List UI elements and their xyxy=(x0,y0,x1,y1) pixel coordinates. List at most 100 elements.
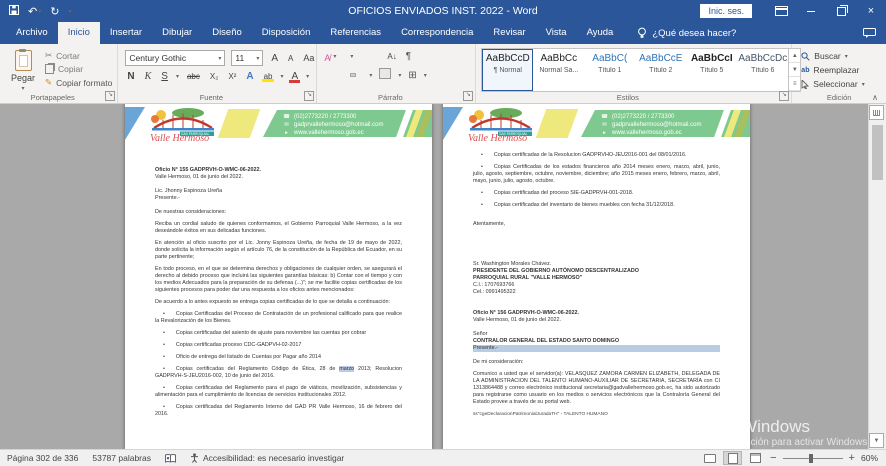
tab-archivo[interactable]: Archivo xyxy=(6,22,58,44)
shading-button[interactable] xyxy=(377,67,393,83)
ruler-toggle-button[interactable] xyxy=(869,105,884,120)
chevron-down-icon[interactable]: ▾ xyxy=(369,72,372,79)
grow-font-button[interactable]: A xyxy=(269,52,280,65)
style-titulo-2[interactable]: AaBbCcE Título 2 xyxy=(635,49,686,91)
style-titulo-1[interactable]: AaBbC( Título 1 xyxy=(584,49,635,91)
vertical-scrollbar[interactable]: ▼ xyxy=(868,103,886,450)
subscript-button[interactable]: X₂ xyxy=(208,71,220,82)
scrollbar-down-button[interactable]: ▼ xyxy=(869,433,884,448)
chevron-down-icon[interactable]: ▾ xyxy=(398,72,401,79)
accessibility-status[interactable]: Accesibilidad: es necesario investigar xyxy=(183,453,351,463)
replace-button[interactable]: ab Reemplazar xyxy=(801,65,864,75)
web-layout-button[interactable] xyxy=(747,452,764,464)
sign-in-button[interactable]: Inic. ses. xyxy=(700,4,752,18)
paragraph-dialog-launcher[interactable]: ↘ xyxy=(463,91,473,101)
bold-button[interactable]: N xyxy=(125,70,136,83)
tab-diseno[interactable]: Diseño xyxy=(202,22,252,44)
chevron-down-icon[interactable]: ▾ xyxy=(306,73,309,80)
line-spacing-button[interactable] xyxy=(360,74,364,76)
right-page-body[interactable]: •Copias certificadas de la Resolucion GA… xyxy=(443,143,750,418)
tab-revisar[interactable]: Revisar xyxy=(483,22,535,44)
styles-dialog-launcher[interactable]: ↘ xyxy=(779,91,789,101)
redo-icon[interactable]: ↻ xyxy=(50,5,59,18)
qat-customize-icon[interactable]: ▾ xyxy=(68,8,71,15)
multilevel-list-button[interactable] xyxy=(358,56,362,58)
restore-button[interactable] xyxy=(826,0,856,22)
page-indicator[interactable]: Página 302 de 336 xyxy=(0,453,85,463)
document-page-right[interactable]: GAD PARROQUIAL Valle Hermoso ☎(02)277322… xyxy=(443,103,750,450)
tab-referencias[interactable]: Referencias xyxy=(320,22,391,44)
zoom-slider-thumb[interactable] xyxy=(809,454,813,463)
print-layout-button[interactable] xyxy=(724,452,741,464)
copy-button[interactable]: Copiar xyxy=(45,64,112,74)
proofing-status[interactable] xyxy=(158,454,183,463)
zoom-in-button[interactable]: + xyxy=(849,453,855,463)
ribbon-display-options-button[interactable] xyxy=(766,0,796,22)
chevron-down-icon[interactable]: ▾ xyxy=(424,72,427,79)
underline-button[interactable]: S xyxy=(159,70,170,83)
tab-disposicion[interactable]: Disposición xyxy=(252,22,321,44)
align-left-button[interactable] xyxy=(324,74,328,76)
superscript-button[interactable]: X² xyxy=(226,71,238,82)
feedback-button[interactable] xyxy=(863,22,876,44)
undo-dropdown-icon[interactable]: ▾ xyxy=(38,8,41,15)
word-count[interactable]: 53787 palabras xyxy=(85,453,158,463)
find-button[interactable]: Buscar▾ xyxy=(801,51,864,61)
show-marks-button[interactable]: ¶ xyxy=(404,50,413,63)
increase-indent-button[interactable] xyxy=(376,56,380,58)
style-normal[interactable]: AaBbCcD ¶ Normal xyxy=(482,49,533,91)
tab-insertar[interactable]: Insertar xyxy=(100,22,152,44)
tab-dibujar[interactable]: Dibujar xyxy=(152,22,202,44)
strikethrough-button[interactable]: abc xyxy=(185,71,202,82)
change-case-button[interactable]: Aa xyxy=(301,52,316,64)
paste-button[interactable]: Pegar ▾ xyxy=(5,47,41,92)
zoom-out-button[interactable]: − xyxy=(770,453,776,463)
tab-inicio[interactable]: Inicio xyxy=(58,22,100,44)
left-page-body[interactable]: Oficio N° 155 GADPRVH-O-WMC-06-2022.Vall… xyxy=(125,143,432,418)
numbered-list-button[interactable] xyxy=(341,56,345,58)
undo-icon[interactable]: ↶ xyxy=(28,5,37,18)
chevron-down-icon[interactable]: ▾ xyxy=(350,53,353,60)
format-painter-button[interactable]: ✎Copiar formato xyxy=(45,77,112,88)
clipboard-dialog-launcher[interactable]: ↘ xyxy=(105,91,115,101)
zoom-level[interactable]: 60% xyxy=(861,453,878,463)
doc-paragraph: C.I.: 1707693766 xyxy=(473,282,720,289)
italic-button[interactable]: K xyxy=(143,70,154,83)
align-right-button[interactable] xyxy=(342,74,346,76)
scrollbar-thumb[interactable] xyxy=(872,125,883,180)
bullet-list-button[interactable] xyxy=(324,56,328,58)
document-page-left[interactable]: GAD PARROQUIAL Valle Hermoso ☎(02)277322… xyxy=(125,103,432,450)
read-mode-button[interactable] xyxy=(701,452,718,464)
doc-bullet: •Copias Certificadas del Proceso de Cont… xyxy=(155,311,402,325)
zoom-slider[interactable] xyxy=(783,458,843,459)
highlight-color-button[interactable]: ab xyxy=(262,71,275,82)
font-dialog-launcher[interactable]: ↘ xyxy=(304,91,314,101)
font-color-button[interactable]: A xyxy=(289,70,300,83)
style-normal-sangria[interactable]: AaBbCc Normal Sa... xyxy=(533,49,584,91)
align-center-button[interactable] xyxy=(333,74,337,76)
font-family-combo[interactable]: Century Gothic▾ xyxy=(125,50,225,66)
chevron-down-icon[interactable]: ▾ xyxy=(333,53,336,60)
select-button[interactable]: Seleccionar▾ xyxy=(801,79,864,89)
shrink-font-button[interactable]: A xyxy=(286,53,295,64)
collapse-ribbon-button[interactable]: ∧ xyxy=(872,93,878,102)
tab-ayuda[interactable]: Ayuda xyxy=(577,22,624,44)
tell-me-box[interactable]: ¿Qué desea hacer? xyxy=(637,22,736,44)
decrease-indent-button[interactable] xyxy=(367,56,371,58)
justify-button[interactable] xyxy=(351,74,355,76)
chevron-down-icon[interactable]: ▾ xyxy=(280,73,283,80)
style-titulo-5[interactable]: AaBbCcI Título 5 xyxy=(686,49,737,91)
chevron-down-icon[interactable]: ▾ xyxy=(176,73,179,80)
tab-vista[interactable]: Vista xyxy=(536,22,577,44)
window-title: OFICIOS ENVIADOS INST. 2022 - Word xyxy=(348,5,537,17)
sort-button[interactable]: A↓ xyxy=(385,51,398,62)
save-icon[interactable] xyxy=(9,5,19,18)
text-effects-button[interactable]: A xyxy=(244,70,255,83)
minimize-button[interactable] xyxy=(796,0,826,22)
tab-correspondencia[interactable]: Correspondencia xyxy=(391,22,483,44)
close-button[interactable]: × xyxy=(856,0,886,22)
font-size-combo[interactable]: 11▾ xyxy=(231,50,263,66)
cut-button[interactable]: ✂Cortar xyxy=(45,50,112,61)
borders-button[interactable]: ⊞ xyxy=(406,69,418,82)
style-titulo-6[interactable]: AaBbCcDc Título 6 xyxy=(737,49,788,91)
